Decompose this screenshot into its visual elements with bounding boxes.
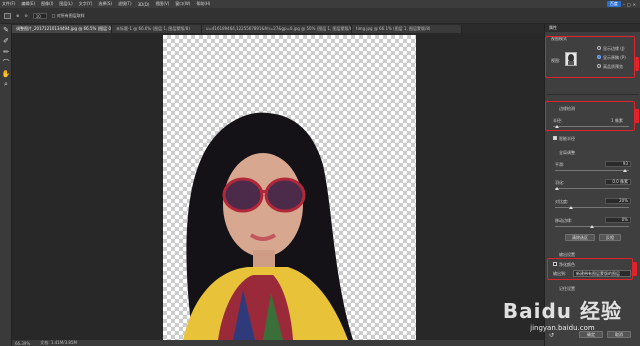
shift-edge-slider-knob[interactable] bbox=[590, 225, 594, 228]
menu-3d[interactable]: 3D(D) bbox=[138, 2, 150, 7]
menu-bar: 文件(F) 编辑(E) 图像(I) 图层(L) 文字(Y) 选择(S) 滤镜(T… bbox=[0, 0, 640, 8]
menu-edit[interactable]: 编辑(E) bbox=[21, 1, 35, 7]
tab-document-2[interactable]: 未标题-1 @ 66.6% (图层 1, 图层蒙版/8) bbox=[112, 25, 202, 33]
reset-icon[interactable]: ↺ bbox=[549, 332, 554, 339]
highlight-marker-view-mode bbox=[635, 57, 639, 71]
brush-mode-icon[interactable]: ⊕ bbox=[16, 13, 19, 18]
watermark-url: jingyan.baidu.com bbox=[530, 324, 595, 332]
watermark-brand: Baidu 经验 bbox=[502, 299, 622, 323]
menu-filter[interactable]: 滤镜(T) bbox=[118, 1, 132, 7]
baidu-badge: 百度 bbox=[606, 1, 621, 7]
portrait-photo bbox=[183, 112, 353, 340]
window-controls: 百度 – □ × bbox=[606, 0, 636, 8]
smooth-field[interactable]: 93 bbox=[605, 161, 631, 167]
brush-size-field[interactable]: 10 bbox=[32, 12, 47, 19]
smooth-slider-track[interactable] bbox=[555, 170, 629, 171]
shift-edge-field[interactable]: 0% bbox=[605, 217, 631, 223]
global-adjust-title: 全局调整 bbox=[559, 150, 575, 155]
contrast-slider-track[interactable] bbox=[555, 207, 629, 208]
tab-document-3[interactable]: u=416189464,1225567891&fm=27&gp=0.jpg @ … bbox=[202, 25, 352, 33]
brush-icon[interactable]: ✐ bbox=[0, 35, 12, 46]
smart-radius-label: 智能半径 bbox=[559, 136, 575, 141]
tab-document-4[interactable]: timg.jpg @ 66.1% (图层 1, 图层蒙版/8) bbox=[352, 25, 462, 33]
options-bar: ⊕ ⊖ 10 □ 对所有图层取样 bbox=[0, 8, 640, 24]
feather-field[interactable]: 0.0 像素 bbox=[605, 179, 631, 185]
menu-layer[interactable]: 图层(L) bbox=[59, 1, 72, 7]
invert-button[interactable]: 反相 bbox=[599, 234, 621, 241]
feather-slider-knob[interactable] bbox=[555, 187, 559, 190]
status-bar: 66.39% 文档: 1.41M/3.85M bbox=[12, 340, 544, 346]
tools-panel: ✎ ✐ ✏ ⌒ ✋ ⌕ bbox=[0, 24, 12, 346]
remember-settings-label: 记住设置 bbox=[559, 286, 575, 291]
smooth-label: 平滑: bbox=[555, 162, 565, 167]
tab-document-1[interactable]: 调整图片_20171210134494.jpg @ 66.5% (图层 0, R… bbox=[12, 25, 112, 33]
smooth-slider-knob[interactable] bbox=[623, 169, 627, 172]
contrast-field[interactable]: 20% bbox=[605, 198, 631, 204]
highlight-marker-output bbox=[633, 262, 637, 276]
sample-all-layers-checkbox[interactable]: □ 对所有图层取样 bbox=[52, 13, 85, 19]
panel-title: 属性 bbox=[545, 24, 640, 32]
brush-subtract-icon[interactable]: ⊖ bbox=[24, 13, 27, 18]
hand-icon[interactable]: ✋ bbox=[0, 68, 12, 79]
baidu-watermark: Baidu 经验 jingyan.baidu.com bbox=[503, 295, 622, 332]
menu-file[interactable]: 文件(F) bbox=[2, 1, 15, 7]
refine-radius-icon[interactable]: ✎ bbox=[0, 24, 12, 35]
document-size: 文档: 1.41M/3.85M bbox=[40, 340, 77, 345]
contrast-slider-knob[interactable] bbox=[569, 206, 573, 209]
smart-radius-checkbox[interactable] bbox=[553, 136, 557, 140]
document-tabs: 调整图片_20171210134494.jpg @ 66.5% (图层 0, R… bbox=[12, 24, 544, 33]
zoom-icon[interactable]: ⌕ bbox=[0, 79, 12, 90]
section-divider bbox=[547, 94, 639, 95]
clear-selection-button[interactable]: 清除选区 bbox=[565, 234, 595, 241]
contrast-label: 对比度: bbox=[555, 199, 569, 204]
shift-edge-label: 移动边缘: bbox=[555, 218, 573, 223]
pencil-icon[interactable]: ✏ bbox=[0, 46, 12, 57]
document-workspace bbox=[12, 33, 544, 340]
highlight-box-output bbox=[547, 258, 633, 280]
menu-select[interactable]: 选择(S) bbox=[98, 1, 112, 7]
highlight-box-edge-detection bbox=[545, 101, 635, 131]
image-canvas[interactable] bbox=[163, 35, 416, 340]
cancel-button[interactable]: 取消 bbox=[607, 331, 631, 338]
tool-preset-icon[interactable] bbox=[4, 12, 11, 19]
minimize-icon[interactable]: – bbox=[623, 2, 625, 7]
menu-view[interactable]: 视图(V) bbox=[155, 1, 169, 7]
menu-window[interactable]: 窗口(W) bbox=[175, 1, 190, 7]
maximize-icon[interactable]: □ bbox=[627, 2, 631, 7]
feather-label: 羽化: bbox=[555, 180, 565, 185]
ok-button[interactable]: 确定 bbox=[579, 331, 603, 338]
zoom-level[interactable]: 66.39% bbox=[15, 341, 30, 346]
menu-image[interactable]: 图像(I) bbox=[41, 1, 53, 7]
menu-help[interactable]: 帮助(H) bbox=[196, 1, 210, 7]
close-icon[interactable]: × bbox=[633, 2, 636, 7]
feather-slider-track[interactable] bbox=[555, 188, 629, 189]
highlight-box-view-mode bbox=[545, 36, 635, 78]
lasso-icon[interactable]: ⌒ bbox=[0, 57, 12, 68]
highlight-marker-edge-detection bbox=[635, 109, 639, 123]
menu-type[interactable]: 文字(Y) bbox=[79, 1, 93, 7]
